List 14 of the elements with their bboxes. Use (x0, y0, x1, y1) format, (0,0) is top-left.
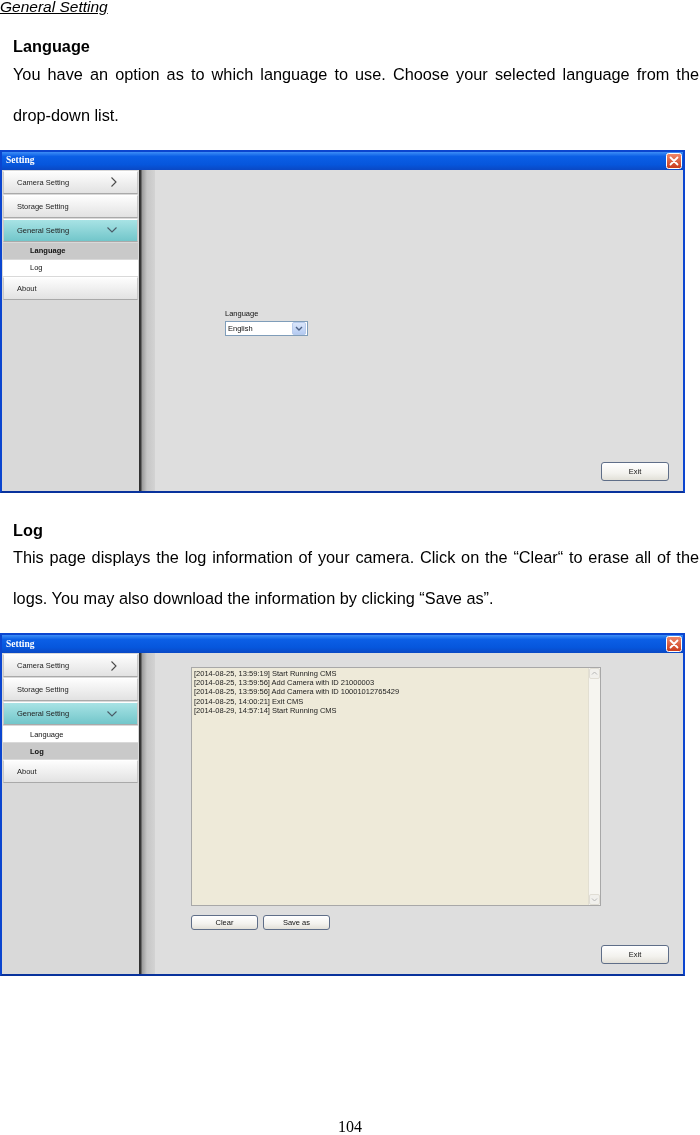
scrollbar[interactable] (588, 668, 600, 905)
window-title: Setting (6, 155, 35, 166)
paragraph: This page displays the log information of your camera. Click on the “Clear“ to erase all of the logs. You may also download the information by clicking “Save as”. (13, 547, 699, 609)
section-title: General Setting (0, 0, 108, 15)
section-heading: Language (13, 37, 90, 55)
page-number: 104 (338, 1119, 362, 1135)
window-title: Setting (6, 638, 35, 650)
paragraph: You have an option as to which language to use. Choose your selected language from the drop-down list. (13, 63, 699, 126)
close-icon[interactable] (666, 152, 682, 169)
log-text-area[interactable] (191, 667, 601, 906)
section-heading: Log (13, 520, 43, 539)
scroll-up-icon[interactable] (589, 668, 600, 679)
scroll-down-icon[interactable] (589, 894, 600, 905)
close-icon[interactable] (666, 636, 682, 652)
